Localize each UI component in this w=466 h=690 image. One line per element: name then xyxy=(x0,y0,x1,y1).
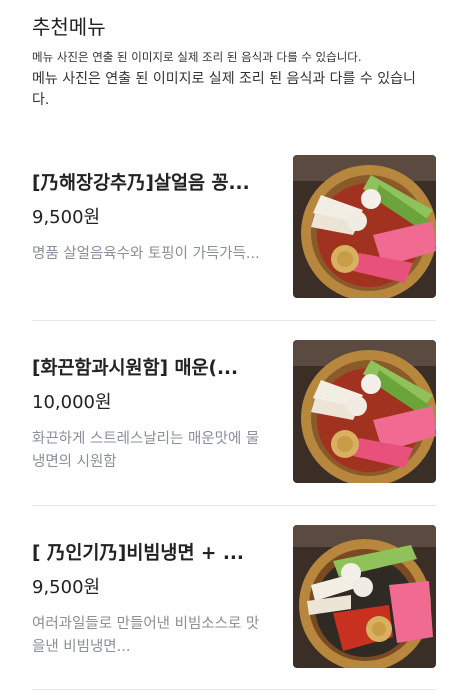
menu-item-price: 10,000원 xyxy=(32,392,112,413)
menu-item-price: 9,500원 xyxy=(32,577,101,598)
menu-item[interactable]: [ 乃인기乃]비빔냉면 + ... 9,500원 여러과일들로 만들어낸 비빔소… xyxy=(32,525,436,685)
menu-item-name: [ 乃인기乃]비빔냉면 + ... xyxy=(32,543,244,564)
food-photo-image xyxy=(293,525,436,668)
menu-item-description: 명품 살얼음육수와 토핑이 가득가득... xyxy=(32,246,260,262)
page-title: 추천메뉴 xyxy=(32,15,106,39)
menu-item-photo[interactable] xyxy=(293,340,436,483)
menu-item-photo[interactable] xyxy=(293,155,436,298)
menu-item-photo[interactable] xyxy=(293,525,436,668)
menu-item-price: 9,500원 xyxy=(32,207,101,228)
menu-item[interactable]: [乃해장강추乃]살얼음 꽁... 9,500원 명품 살얼음육수와 토핑이 가득… xyxy=(32,155,436,315)
menu-item-description: 여러과일들로 만들어낸 비빔소스로 맛을낸 비빔냉면... xyxy=(32,616,260,655)
header: 추천메뉴 메뉴 사진은 연출 된 이미지로 실제 조리 된 음식과 다를 수 있… xyxy=(32,14,446,111)
menu-item[interactable]: [화끈함과시원함] 매운(... 10,000원 화끈하게 스트레스날리는 매운… xyxy=(32,340,436,500)
menu-item-name: [乃해장강추乃]살얼음 꽁... xyxy=(32,173,250,194)
menu-item-description: 화끈하게 스트레스날리는 매운맛에 물냉면의 시원함 xyxy=(32,431,260,470)
divider xyxy=(32,320,436,321)
food-photo-image xyxy=(293,155,436,298)
divider xyxy=(32,505,436,506)
menu-item-name: [화끈함과시원함] 매운(... xyxy=(32,358,239,379)
photo-notice-small: 메뉴 사진은 연출 된 이미지로 실제 조리 된 음식과 다를 수 있습니다. xyxy=(32,50,362,64)
photo-notice: 메뉴 사진은 연출 된 이미지로 실제 조리 된 음식과 다를 수 있습니다. xyxy=(32,71,416,108)
food-photo-image xyxy=(293,340,436,483)
